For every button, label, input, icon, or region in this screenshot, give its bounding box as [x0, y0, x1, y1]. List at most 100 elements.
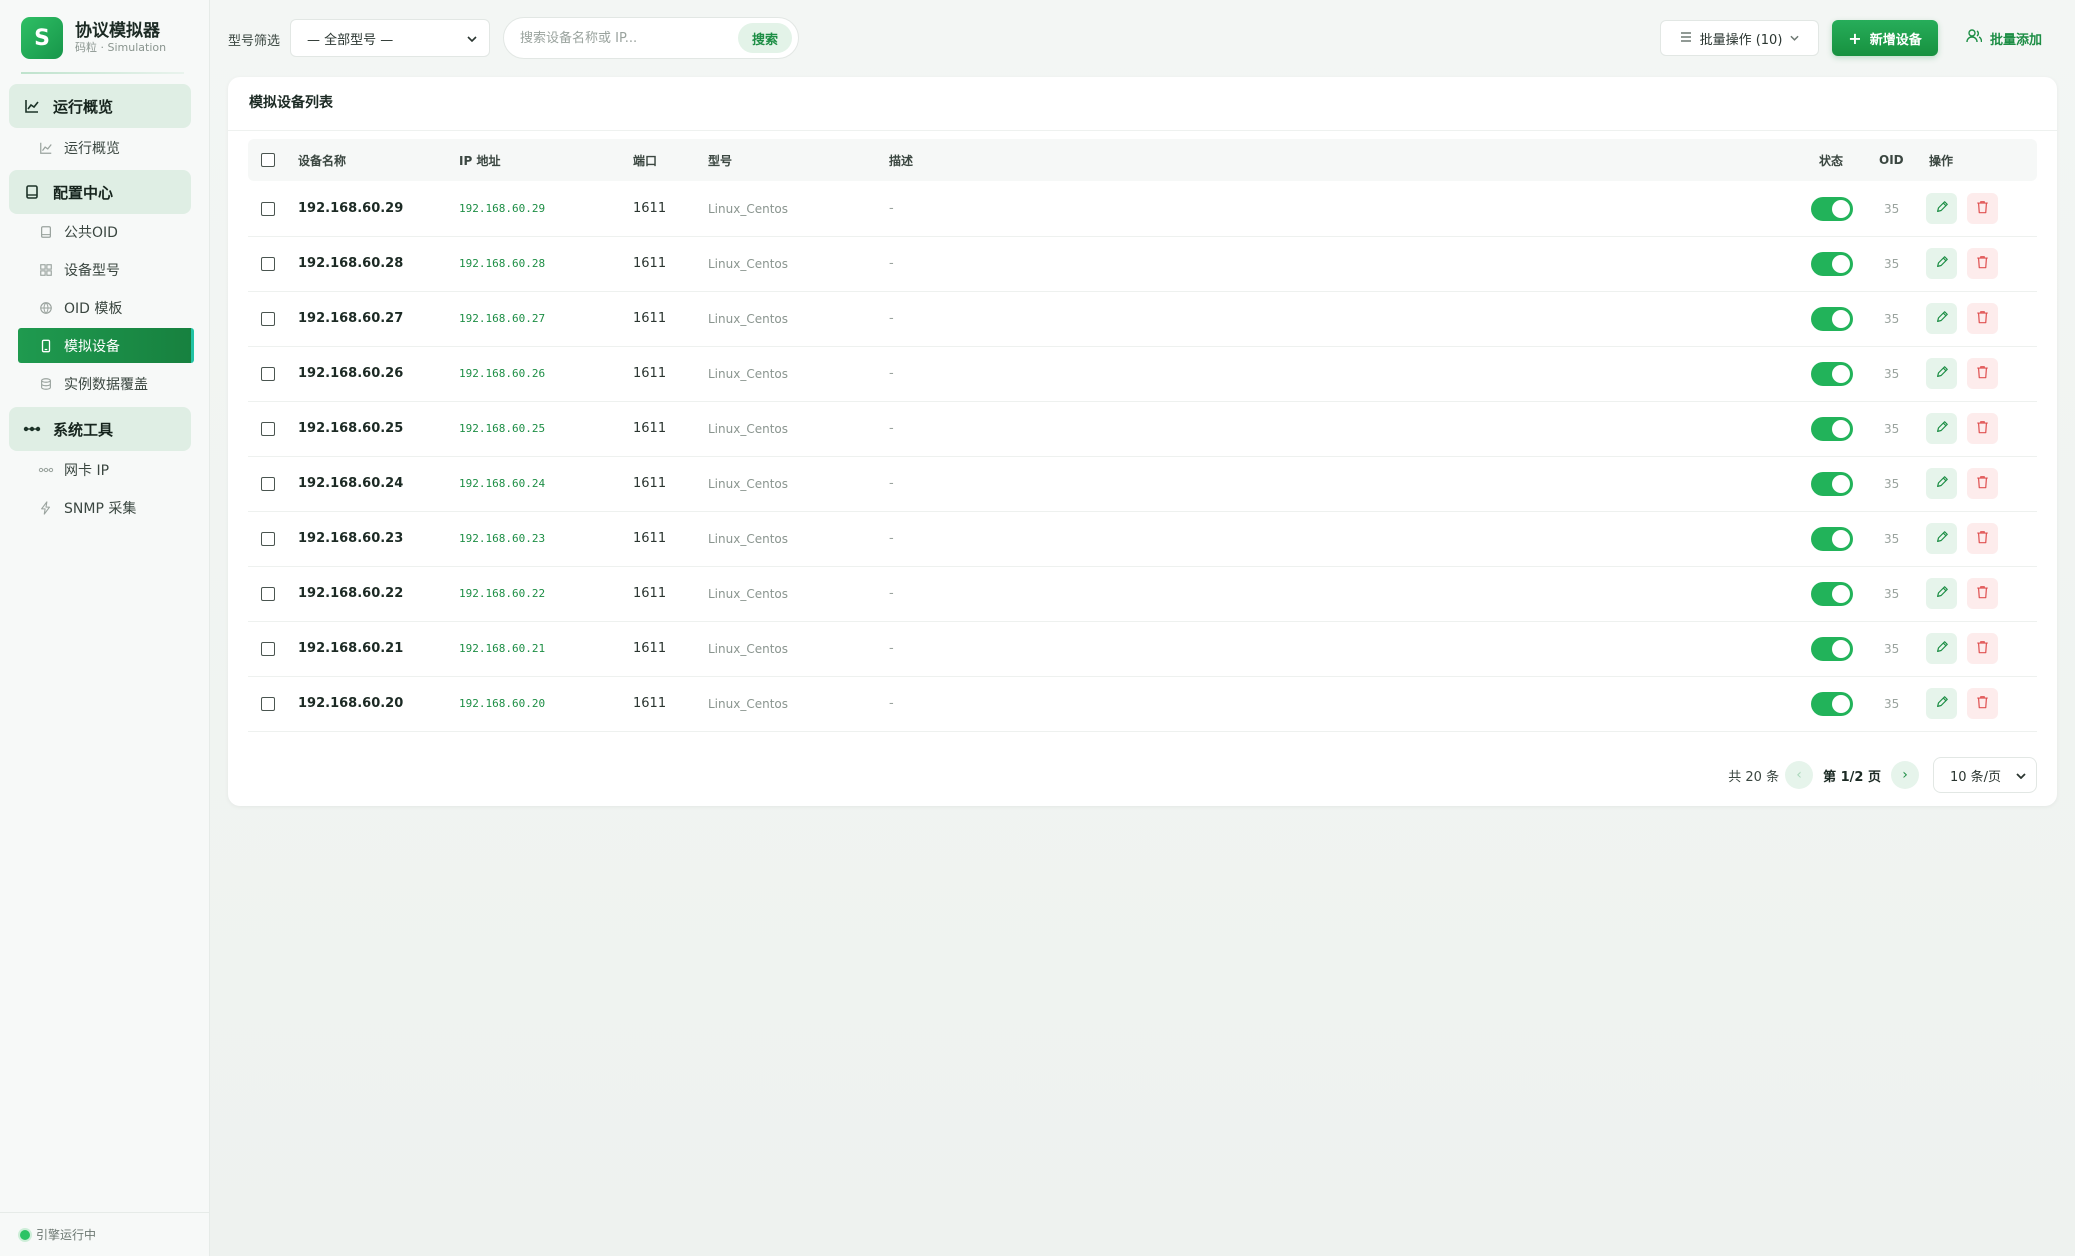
device-model: Linux_Centos — [708, 366, 788, 381]
status-toggle[interactable] — [1811, 361, 1853, 386]
edit-button[interactable] — [1926, 578, 1957, 609]
device-name: 192.168.60.21 — [298, 641, 404, 656]
sidebar-item-oid-template[interactable]: OID 模板 — [18, 290, 194, 325]
status-toggle[interactable] — [1811, 691, 1853, 716]
model-filter-select[interactable]: — 全部型号 — — [290, 19, 490, 57]
page-size-select[interactable]: 10 条/页 — [1933, 757, 2037, 793]
delete-button[interactable] — [1967, 413, 1998, 444]
edit-button[interactable] — [1926, 248, 1957, 279]
edit-button[interactable] — [1926, 193, 1957, 224]
edit-button[interactable] — [1926, 413, 1957, 444]
device-oid-count: 35 — [1884, 256, 1900, 271]
status-toggle[interactable] — [1811, 581, 1853, 606]
col-header-desc: 描述 — [889, 153, 914, 168]
nav-group-label: 系统工具 — [53, 420, 114, 439]
device-oid-count: 35 — [1884, 476, 1900, 491]
col-header-port: 端口 — [633, 153, 658, 168]
nav-group-tools[interactable]: 系统工具 — [9, 407, 191, 451]
status-toggle[interactable] — [1811, 306, 1853, 331]
status-toggle[interactable] — [1811, 526, 1853, 551]
pencil-icon — [1935, 365, 1949, 383]
pencil-icon — [1935, 475, 1949, 493]
delete-button[interactable] — [1967, 303, 1998, 334]
bulk-add-button[interactable]: 批量添加 — [1966, 20, 2042, 56]
device-port: 1611 — [633, 476, 667, 491]
device-ip: 192.168.60.25 — [459, 422, 546, 435]
status-toggle[interactable] — [1811, 416, 1853, 441]
pencil-icon — [1935, 200, 1949, 218]
status-toggle[interactable] — [1811, 196, 1853, 221]
row-checkbox[interactable] — [261, 366, 275, 381]
device-desc: - — [889, 311, 894, 326]
device-oid-count: 35 — [1884, 311, 1900, 326]
col-header-oid: OID — [1879, 153, 1904, 167]
nav-group-overview[interactable]: 运行概览 — [9, 84, 191, 128]
brand-subtitle: 码粒 · Simulation — [75, 41, 167, 54]
batch-actions-button[interactable]: 批量操作 (10) — [1660, 20, 1819, 56]
device-port: 1611 — [633, 421, 667, 436]
status-toggle[interactable] — [1811, 636, 1853, 661]
sidebar-item-instance-override[interactable]: 实例数据覆盖 — [18, 366, 194, 401]
brand: S 协议模拟器 码粒 · Simulation — [21, 17, 166, 59]
sidebar-item-sim-device[interactable]: 模拟设备 — [18, 328, 194, 363]
sidebar-item-label: SNMP 采集 — [64, 500, 137, 517]
card-title: 模拟设备列表 — [228, 77, 2057, 131]
add-device-button[interactable]: + 新增设备 — [1832, 20, 1938, 56]
device-name: 192.168.60.24 — [298, 476, 404, 491]
status-toggle[interactable] — [1811, 251, 1853, 276]
device-port: 1611 — [633, 696, 667, 711]
trash-icon — [1976, 695, 1989, 713]
row-checkbox[interactable] — [261, 476, 275, 491]
search-input[interactable] — [518, 29, 738, 47]
sidebar-item-label: 运行概览 — [64, 140, 120, 157]
book-icon — [38, 224, 54, 240]
pagination: 共 20 条 ‹ 第 1/2 页 › 10 条/页 — [1728, 755, 2037, 795]
pencil-icon — [1935, 585, 1949, 603]
sidebar-item-device-model[interactable]: 设备型号 — [18, 252, 194, 287]
row-checkbox[interactable] — [261, 641, 275, 656]
search-button[interactable]: 搜索 — [737, 23, 792, 53]
chevron-down-icon — [1790, 33, 1800, 44]
edit-button[interactable] — [1926, 688, 1957, 719]
trash-icon — [1976, 255, 1989, 273]
edit-button[interactable] — [1926, 468, 1957, 499]
pagination-total: 共 20 条 — [1728, 769, 1780, 785]
delete-button[interactable] — [1967, 633, 1998, 664]
row-checkbox[interactable] — [261, 696, 275, 711]
delete-button[interactable] — [1967, 193, 1998, 224]
edit-button[interactable] — [1926, 358, 1957, 389]
row-checkbox[interactable] — [261, 531, 275, 546]
select-all-checkbox[interactable] — [261, 153, 275, 167]
row-checkbox[interactable] — [261, 256, 275, 271]
device-desc: - — [889, 256, 894, 271]
pagination-page: 第 1/2 页 — [1823, 769, 1881, 785]
device-model: Linux_Centos — [708, 256, 788, 271]
delete-button[interactable] — [1967, 248, 1998, 279]
edit-button[interactable] — [1926, 633, 1957, 664]
device-port: 1611 — [633, 366, 667, 381]
row-checkbox[interactable] — [261, 586, 275, 601]
col-header-model: 型号 — [708, 153, 733, 168]
delete-button[interactable] — [1967, 358, 1998, 389]
row-checkbox[interactable] — [261, 311, 275, 326]
model-filter-label: 型号筛选 — [228, 34, 281, 49]
delete-button[interactable] — [1967, 688, 1998, 719]
delete-button[interactable] — [1967, 468, 1998, 499]
row-checkbox[interactable] — [261, 201, 275, 216]
row-checkbox[interactable] — [261, 421, 275, 436]
book-icon — [23, 183, 41, 201]
nav-group-config[interactable]: 配置中心 — [9, 170, 191, 214]
bolt-icon — [38, 500, 54, 516]
status-toggle[interactable] — [1811, 471, 1853, 496]
sidebar-item-nic-ip[interactable]: 网卡 IP — [18, 452, 194, 487]
chevron-right-icon[interactable]: › — [1891, 761, 1919, 789]
sidebar-item-overview[interactable]: 运行概览 — [18, 130, 194, 165]
edit-button[interactable] — [1926, 303, 1957, 334]
sidebar-item-snmp[interactable]: SNMP 采集 — [18, 490, 194, 525]
edit-button[interactable] — [1926, 523, 1957, 554]
delete-button[interactable] — [1967, 523, 1998, 554]
chevron-left-icon[interactable]: ‹ — [1785, 761, 1814, 789]
sidebar-item-label: OID 模板 — [64, 300, 123, 317]
sidebar-item-public-oid[interactable]: 公共OID — [18, 214, 194, 249]
delete-button[interactable] — [1967, 578, 1998, 609]
